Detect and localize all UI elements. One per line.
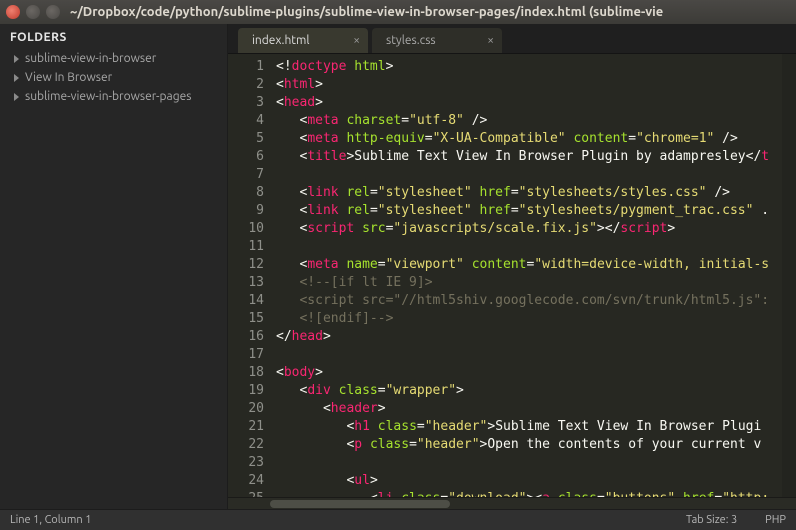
chevron-right-icon <box>14 55 19 63</box>
line-number: 2 <box>232 76 264 94</box>
tab-styles-css[interactable]: styles.css × <box>372 28 502 53</box>
line-number: 8 <box>232 184 264 202</box>
line-number: 17 <box>232 346 264 364</box>
line-number: 24 <box>232 472 264 490</box>
code-line[interactable]: <title>Sublime Text View In Browser Plug… <box>276 148 782 166</box>
line-number: 11 <box>232 238 264 256</box>
code-line[interactable]: <body> <box>276 364 782 382</box>
line-number: 10 <box>232 220 264 238</box>
line-number: 1 <box>232 58 264 76</box>
code-line[interactable] <box>276 454 782 472</box>
line-number: 6 <box>232 148 264 166</box>
statusbar: Line 1, Column 1 Tab Size: 3 PHP <box>0 509 796 530</box>
code-line[interactable]: <script src="//html5shiv.googlecode.com/… <box>276 292 782 310</box>
titlebar: ~/Dropbox/code/python/sublime-plugins/su… <box>0 0 796 24</box>
window-maximize-button[interactable] <box>46 5 60 19</box>
code-line[interactable]: <head> <box>276 94 782 112</box>
scrollbar-thumb[interactable] <box>270 500 450 508</box>
line-number: 16 <box>232 328 264 346</box>
code-line[interactable]: </head> <box>276 328 782 346</box>
line-number: 19 <box>232 382 264 400</box>
chevron-right-icon <box>14 93 19 101</box>
status-language[interactable]: PHP <box>765 514 786 526</box>
code-line[interactable]: <header> <box>276 400 782 418</box>
minimap[interactable] <box>782 54 796 497</box>
line-number: 15 <box>232 310 264 328</box>
code-line[interactable] <box>276 238 782 256</box>
code-line[interactable]: <meta charset="utf-8" /> <box>276 112 782 130</box>
close-icon[interactable]: × <box>487 35 494 47</box>
line-number: 25 <box>232 490 264 497</box>
code-line[interactable]: <!--[if lt IE 9]> <box>276 274 782 292</box>
code-line[interactable]: <meta name="viewport" content="width=dev… <box>276 256 782 274</box>
tab-label: index.html <box>252 34 310 47</box>
code-line[interactable]: <link rel="stylesheet" href="stylesheets… <box>276 202 782 220</box>
status-position: Line 1, Column 1 <box>10 514 91 526</box>
code-line[interactable] <box>276 346 782 364</box>
line-number: 9 <box>232 202 264 220</box>
line-number: 21 <box>232 418 264 436</box>
sidebar: FOLDERS sublime-view-in-browser View In … <box>0 24 228 509</box>
tabbar: index.html × styles.css × <box>228 24 796 54</box>
window-title: ~/Dropbox/code/python/sublime-plugins/su… <box>70 5 663 19</box>
code-line[interactable]: <p class="header">Open the contents of y… <box>276 436 782 454</box>
code-line[interactable]: <ul> <box>276 472 782 490</box>
folder-label: sublime-view-in-browser-pages <box>25 90 191 103</box>
code-line[interactable]: <!doctype html> <box>276 58 782 76</box>
horizontal-scrollbar[interactable] <box>228 497 796 509</box>
code-line[interactable]: <html> <box>276 76 782 94</box>
code-line[interactable]: <h1 class="header">Sublime Text View In … <box>276 418 782 436</box>
status-tabsize[interactable]: Tab Size: 3 <box>686 514 737 526</box>
folder-item[interactable]: sublime-view-in-browser <box>0 49 227 68</box>
line-number: 4 <box>232 112 264 130</box>
chevron-right-icon <box>14 74 19 82</box>
line-number: 14 <box>232 292 264 310</box>
window-minimize-button[interactable] <box>26 5 40 19</box>
code-line[interactable]: <link rel="stylesheet" href="stylesheets… <box>276 184 782 202</box>
code-line[interactable]: <meta http-equiv="X-UA-Compatible" conte… <box>276 130 782 148</box>
code-editor[interactable]: 1234567891011121314151617181920212223242… <box>228 54 796 497</box>
code-line[interactable]: <script src="javascripts/scale.fix.js"><… <box>276 220 782 238</box>
editor-area: index.html × styles.css × 12345678910111… <box>228 24 796 509</box>
folders-header: FOLDERS <box>0 24 227 49</box>
close-icon[interactable]: × <box>353 35 360 47</box>
line-number: 7 <box>232 166 264 184</box>
code-line[interactable]: <![endif]--> <box>276 310 782 328</box>
code-line[interactable] <box>276 166 782 184</box>
line-number: 20 <box>232 400 264 418</box>
code-content[interactable]: <!doctype html><html><head> <meta charse… <box>272 54 782 497</box>
line-number: 23 <box>232 454 264 472</box>
folder-label: View In Browser <box>25 71 112 84</box>
line-number: 3 <box>232 94 264 112</box>
code-line[interactable]: <div class="wrapper"> <box>276 382 782 400</box>
window-close-button[interactable] <box>6 5 20 19</box>
folder-item[interactable]: sublime-view-in-browser-pages <box>0 87 227 106</box>
line-number: 18 <box>232 364 264 382</box>
line-number: 22 <box>232 436 264 454</box>
line-number: 12 <box>232 256 264 274</box>
folder-item[interactable]: View In Browser <box>0 68 227 87</box>
code-line[interactable]: <li class="download"><a class="buttons" … <box>276 490 782 497</box>
line-gutter: 1234567891011121314151617181920212223242… <box>228 54 272 497</box>
folder-label: sublime-view-in-browser <box>25 52 156 65</box>
line-number: 13 <box>232 274 264 292</box>
tab-label: styles.css <box>386 34 436 47</box>
line-number: 5 <box>232 130 264 148</box>
tab-index-html[interactable]: index.html × <box>238 28 368 53</box>
